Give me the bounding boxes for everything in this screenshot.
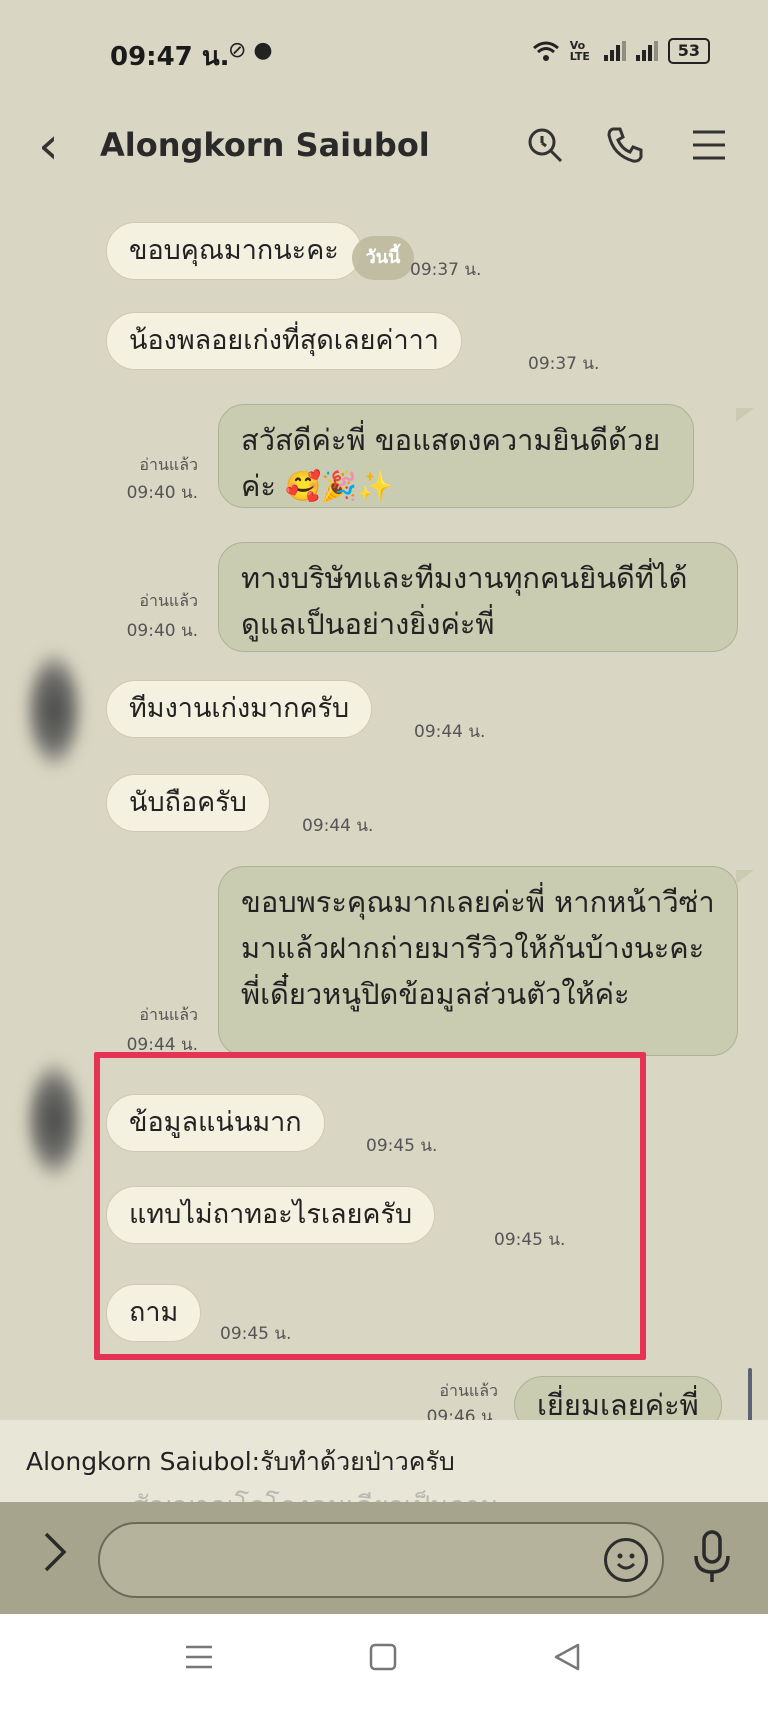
message-time: 09:44 น. [302,816,374,836]
search-icon[interactable] [520,120,570,170]
microphone-icon[interactable] [692,1530,732,1590]
message-outgoing[interactable]: ทางบริษัทและทีมงานทุกคนยินดีที่ได้ดูแลเป… [218,542,738,652]
status-right: Vo LTE 53 [532,38,710,64]
read-receipt: อ่านแล้ว [139,1005,198,1024]
avatar[interactable] [24,650,84,770]
highlight-box [94,1052,646,1360]
message-time: 09:40 น. [126,483,198,503]
status-time: 09:47 น. [110,42,230,72]
wifi-icon [532,41,559,61]
emoji-icon[interactable] [604,1538,648,1582]
bubble-tail [736,408,754,422]
recent-apps-icon[interactable] [184,1642,214,1676]
bubble-tail [736,870,754,884]
back-arrow-icon[interactable]: ‹ [38,116,59,176]
message-time: 09:37 น. [528,354,600,374]
signal-icon [603,41,626,61]
notification-text: Alongkorn Saiubol:รับทำด้วยป่าวครับ [26,1447,455,1476]
message-composer [0,1502,768,1614]
volte-label: Vo LTE [569,39,590,63]
phone-icon[interactable] [600,120,650,170]
expand-chevron-icon[interactable] [42,1530,68,1584]
system-nav-bar [0,1614,768,1709]
menu-icon[interactable] [684,120,734,170]
chat-title: Alongkorn Saiubol [100,126,430,164]
message-incoming[interactable]: นับถือครับ [106,774,270,832]
message-outgoing[interactable]: ขอบพระคุณมากเลยค่ะพี่ หากหน้าวีซ่ามาแล้ว… [218,866,738,1056]
status-bar: 09:47 น. ⊘ ● Vo LTE 53 [0,0,768,100]
avatar[interactable] [24,1060,84,1180]
read-receipt: อ่านแล้ว [139,591,198,610]
message-incoming[interactable]: น้องพลอยเก่งที่สุดเลยค่าาา [106,312,462,370]
read-receipt: อ่านแล้ว [139,455,198,474]
read-receipt: อ่านแล้ว [439,1381,498,1400]
message-incoming[interactable]: ขอบคุณมากนะคะ [106,222,362,280]
message-input[interactable] [98,1522,664,1598]
date-chip: วันนี้ [352,236,414,280]
message-time: 09:40 น. [126,621,198,641]
message-time: 09:44 น. [414,722,486,742]
back-icon[interactable] [552,1642,582,1676]
battery-icon: 53 [667,38,710,64]
message-outgoing[interactable]: สวัสดีค่ะพี่ ขอแสดงความยินดีด้วยค่ะ 🥰🎉✨ [218,404,694,508]
message-incoming[interactable]: ทีมงานเก่งมากครับ [106,680,373,738]
signal-icon-2 [635,41,658,61]
home-icon[interactable] [368,1642,398,1676]
message-time: 09:37 น. [410,260,482,280]
chat-header: ‹ Alongkorn Saiubol [0,110,768,190]
app-notification-icons: ⊘ ● [228,38,273,63]
